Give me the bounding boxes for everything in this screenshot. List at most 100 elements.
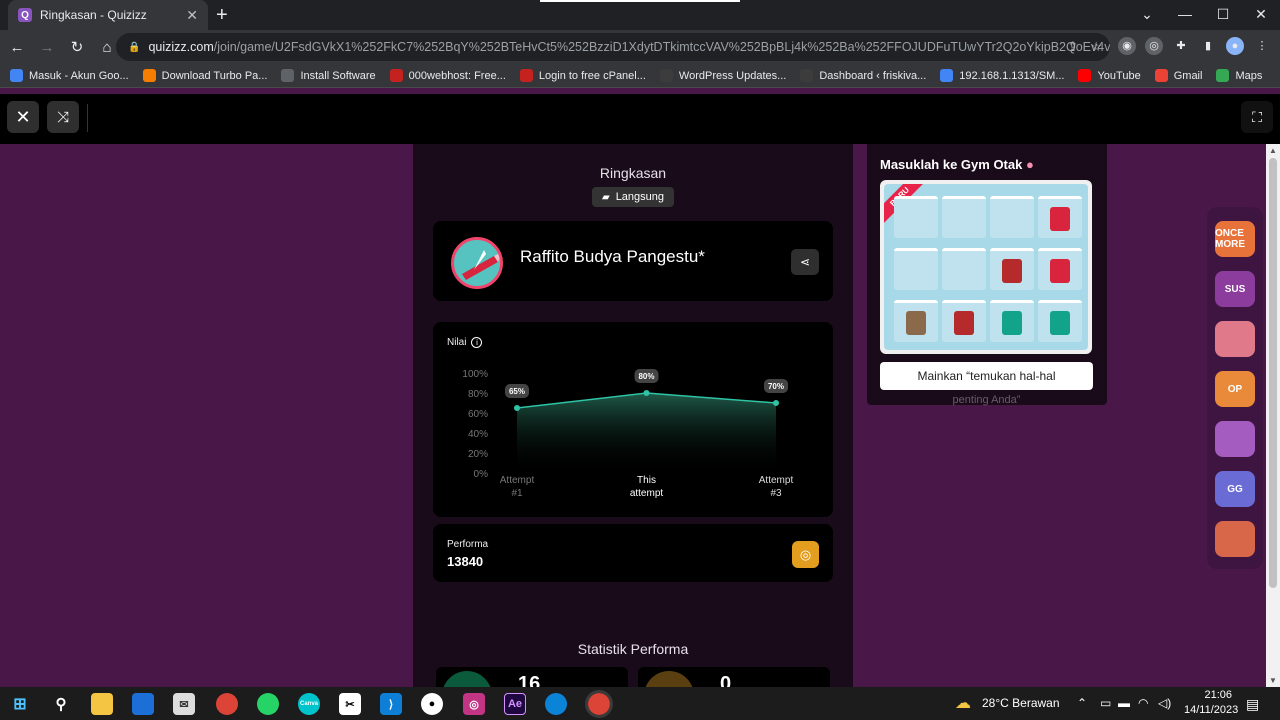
back-button[interactable]: ← (4, 39, 30, 56)
character-sticker-1[interactable] (1215, 321, 1255, 357)
file-explorer-icon[interactable] (91, 693, 113, 715)
instagram-icon[interactable]: ◎ (463, 693, 485, 715)
play-gym-button[interactable]: Mainkan “temukan hal-hal (880, 362, 1093, 390)
shuffle-button[interactable]: ⤨ (47, 101, 79, 133)
window-controls: ⌄ — ☐ ✕ (1128, 0, 1280, 30)
new-tab-button[interactable]: + (216, 4, 228, 27)
gg-sticker[interactable]: GG (1215, 471, 1255, 507)
bookmark-item[interactable]: Masuk - Akun Goo... (10, 69, 129, 82)
sus-sticker[interactable]: SUS (1215, 271, 1255, 307)
clock[interactable]: 21:06 14/11/2023 (1184, 689, 1238, 716)
once-more-sticker[interactable]: ONCE MORE (1215, 221, 1255, 257)
extension-avatar-icon[interactable]: ◉ (1118, 37, 1136, 55)
op-sticker[interactable]: OP (1215, 371, 1255, 407)
show-hidden-icons-icon[interactable]: ⌃ (1077, 696, 1087, 710)
battery-icon[interactable]: ▬ (1118, 696, 1130, 710)
gym-tile (894, 300, 938, 342)
whatsapp-icon[interactable] (257, 693, 279, 715)
forward-button[interactable]: → (34, 39, 60, 56)
bookmark-item[interactable]: Maps (1216, 69, 1262, 82)
after-effects-icon[interactable]: Ae (504, 693, 526, 715)
omnibox-actions: ⇪ ☆ (1067, 39, 1102, 55)
performance-label: Performa (447, 539, 489, 550)
profile-avatar[interactable]: ● (1226, 37, 1244, 55)
lock-icon[interactable]: 🔒 (128, 42, 140, 53)
score-chart-card: Nilai i 100% 80% 60% 40% 20% 0% 65% Attempt #1 80… (433, 322, 833, 517)
extensions-puzzle-icon[interactable]: ✚ (1172, 37, 1190, 55)
bookmark-item[interactable]: Login to free cPanel... (519, 69, 646, 82)
address-bar[interactable]: 🔒 quizizz.com /join/game/U2FsdGVkX1%252F… (116, 33, 1110, 61)
microsoft-store-icon[interactable] (132, 693, 154, 715)
webhost-icon (389, 69, 403, 82)
scrollbar-thumb[interactable] (1269, 158, 1277, 588)
edge-icon[interactable] (545, 693, 567, 715)
scroll-up-icon[interactable]: ▲ (1269, 146, 1277, 155)
sticker-rail: ONCE MORE SUS OP GG (1207, 207, 1263, 569)
bookmark-item[interactable]: 192.168.1.1313/SM... (940, 69, 1064, 82)
gym-tile (942, 196, 986, 238)
bookmark-item[interactable]: Gmail (1154, 69, 1202, 82)
clock-time: 21:06 (1204, 689, 1232, 701)
player-name: Raffito Budya Pangestu* (520, 247, 705, 266)
browser-tabbar: Q Ringkasan - Quizizz ✕ + ⌄ — ☐ ✕ (0, 0, 1280, 30)
fullscreen-button[interactable]: ⛶ (1241, 101, 1273, 133)
area-fill (517, 393, 776, 473)
data-label: 70% (768, 382, 784, 391)
data-point (643, 390, 650, 396)
bookmark-item[interactable]: 000webhost: Free... (389, 69, 506, 82)
sticker-label: OP (1227, 383, 1243, 395)
browser-menu-icon[interactable]: ⋮ (1253, 37, 1271, 55)
bookmark-item[interactable]: Install Software (281, 69, 376, 82)
maximize-button[interactable]: ☐ (1204, 0, 1242, 30)
bookmark-label: Download Turbo Pa... (161, 69, 268, 82)
gym-tile (942, 300, 986, 342)
windows-start-icon[interactable]: ⊞ (9, 693, 31, 715)
weather-text[interactable]: 28°C Berawan (982, 696, 1060, 710)
reload-button[interactable]: ↻ (64, 38, 90, 56)
y-tick-label: 0% (474, 469, 489, 480)
bookmark-item[interactable]: Dashboard ‹ friskiva... (800, 69, 926, 82)
capcut-icon[interactable]: ✂ (339, 693, 361, 715)
mail-icon[interactable]: ✉ (173, 693, 195, 715)
chrome-icon[interactable] (216, 693, 238, 715)
blogger-icon (142, 69, 156, 82)
github-icon[interactable]: ● (421, 693, 443, 715)
tab-search-icon[interactable]: ⌄ (1128, 0, 1166, 30)
bookmarks-bar: Masuk - Akun Goo... Download Turbo Pa... I… (0, 64, 1280, 88)
bookmark-item[interactable]: Download Turbo Pa... (142, 69, 268, 82)
bookmark-item[interactable]: YouTube (1078, 69, 1141, 82)
minimize-button[interactable]: — (1166, 0, 1204, 30)
sidebar-toggle-icon[interactable]: ▮ (1199, 37, 1217, 55)
globe-icon (281, 69, 295, 82)
notifications-icon[interactable]: ▤ (1246, 696, 1259, 713)
tab-close-icon[interactable]: ✕ (186, 7, 198, 24)
scroll-down-icon[interactable]: ▼ (1269, 676, 1277, 685)
close-window-button[interactable]: ✕ (1242, 0, 1280, 30)
x-tick-label: #3 (770, 488, 782, 499)
page-scrollbar[interactable]: ▲ ▼ (1266, 144, 1280, 687)
share-button[interactable]: ⋖ (791, 249, 819, 275)
search-icon[interactable]: ⚲ (50, 693, 72, 715)
exit-quiz-button[interactable]: ✕ (7, 101, 39, 133)
volume-icon[interactable]: ◁) (1158, 696, 1171, 710)
character-sticker-2[interactable] (1215, 421, 1255, 457)
browser-tab-active[interactable]: Q Ringkasan - Quizizz ✕ (8, 0, 208, 30)
gym-preview-image[interactable]: BARU (880, 180, 1092, 354)
gym-tile (1038, 248, 1082, 290)
vscode-icon[interactable]: ⟩ (380, 693, 402, 715)
weather-icon[interactable]: ☁ (955, 693, 971, 713)
bookmark-star-icon[interactable]: ☆ (1090, 39, 1102, 55)
score-area-chart: 100% 80% 60% 40% 20% 0% 65% Attempt #1 80% This att… (462, 369, 793, 499)
stat-correct-value: 16 (518, 673, 541, 687)
rocket-icon (1050, 259, 1070, 283)
canva-icon[interactable]: Canva (298, 693, 320, 715)
avatar-rocket-icon (462, 250, 500, 280)
extension-icon[interactable]: ◎ (1145, 37, 1163, 55)
chrome-active-icon[interactable] (585, 690, 613, 718)
share-page-icon[interactable]: ⇪ (1067, 39, 1078, 55)
sticker-label: GG (1227, 483, 1243, 495)
wifi-icon[interactable]: ◠ (1138, 696, 1148, 710)
network-device-icon[interactable]: ▭ (1100, 696, 1111, 710)
bookmark-item[interactable]: WordPress Updates... (659, 69, 786, 82)
character-sticker-3[interactable] (1215, 521, 1255, 557)
